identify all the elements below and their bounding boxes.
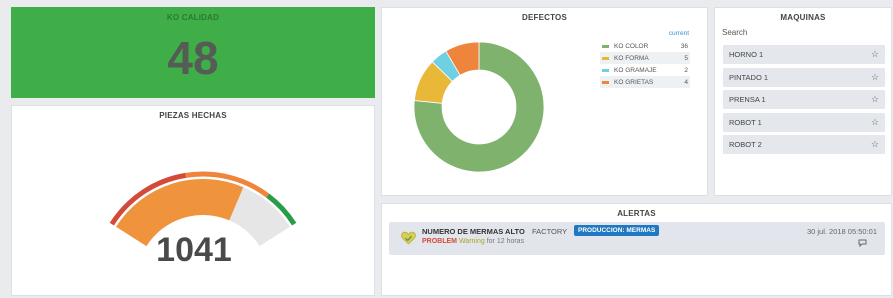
alert-name-link[interactable]: NUMERO DE MERMAS ALTO [422,227,525,236]
star-icon[interactable]: ☆ [871,139,879,150]
maquina-item-robot-2[interactable]: ROBOT 2 ☆ [723,135,885,154]
maquina-item-label: ROBOT 2 [729,140,762,149]
maquina-item-prensa-1[interactable]: PRENSA 1 ☆ [723,90,885,109]
maquinas-title[interactable]: MAQUINAS [715,8,891,22]
legend-value: 5 [684,54,688,62]
legend-item[interactable]: KO FORMA 5 [600,52,690,64]
alert-duration: for 12 horas [486,238,525,245]
legend-swatch [602,68,609,72]
legend-swatch [602,80,609,84]
star-icon[interactable]: ☆ [871,94,879,105]
maquina-item-pintado-1[interactable]: PINTADO 1 ☆ [723,67,885,87]
legend-current-header[interactable]: current [600,30,690,37]
star-icon[interactable]: ☆ [871,117,879,128]
alert-severity: Warning [458,238,485,245]
alertas-title[interactable]: ALERTAS [382,204,891,218]
star-icon[interactable]: ☆ [871,72,879,83]
defectos-legend: current KO COLOR 36 KO FORMA 5 KO GRAMAJE 2 KO… [600,30,690,88]
ko-calidad-value: 48 [167,32,219,84]
ko-calidad-title[interactable]: KO CALIDAD [12,8,374,22]
legend-label: KO COLOR [614,42,649,50]
legend-item[interactable]: KO COLOR 36 [600,40,690,52]
legend-label: KO FORMA [614,54,649,62]
piezas-hechas-panel: PIEZAS HECHAS 1041 [11,105,375,296]
legend-value: 36 [680,42,688,50]
legend-swatch [602,44,609,48]
alertas-panel: ALERTAS NUMERO DE MERMAS ALTO FACTORY PR… [381,203,892,296]
legend-label: KO GRAMAJE [614,66,657,74]
alert-item[interactable]: NUMERO DE MERMAS ALTO FACTORY PRODUCCION… [389,222,885,255]
legend-value: 2 [684,66,688,74]
piezas-hechas-value: 1041 [156,231,232,269]
search-label[interactable]: Search [722,28,747,37]
maquina-item-label: HORNO 1 [729,50,764,59]
defectos-panel: DEFECTOS current KO COLOR 36 KO FORMA 5 KO G… [381,7,708,196]
maquina-item-robot-1[interactable]: ROBOT 1 ☆ [723,112,885,132]
maquina-item-horno-1[interactable]: HORNO 1 ☆ [723,45,885,64]
alert-status-line: PROBLEM Warning for 12 horas [422,238,524,245]
alert-timestamp: 30 jul. 2018 05:50:01 [806,227,877,236]
maquina-item-label: PRENSA 1 [729,95,766,104]
heart-icon [401,231,416,245]
alert-state: PROBLEM [422,238,457,245]
maquina-item-label: ROBOT 1 [729,117,762,127]
legend-value: 4 [684,78,688,86]
legend-item[interactable]: KO GRIETAS 4 [600,76,690,88]
legend-swatch [602,56,609,60]
comment-icon[interactable] [858,239,867,247]
maquina-item-label: PINTADO 1 [729,72,769,82]
alert-source: FACTORY [532,227,568,236]
alert-tag[interactable]: PRODUCCION: MERMAS [574,225,660,236]
ko-calidad-panel: KO CALIDAD 48 [11,7,375,98]
defectos-donut-chart [413,41,545,173]
legend-label: KO GRIETAS [614,78,654,86]
legend-item[interactable]: KO GRAMAJE 2 [600,64,690,76]
maquinas-list: HORNO 1 ☆ PINTADO 1 ☆ PRENSA 1 ☆ ROBOT 1… [723,45,885,158]
star-icon[interactable]: ☆ [871,49,879,60]
maquinas-panel: MAQUINAS Search HORNO 1 ☆ PINTADO 1 ☆ PR… [714,7,892,196]
